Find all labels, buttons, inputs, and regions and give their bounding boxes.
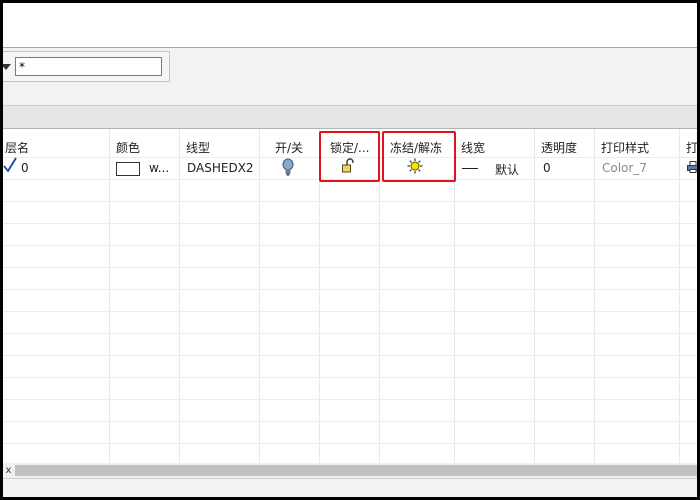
row-divider: [3, 267, 697, 268]
printer-icon[interactable]: [687, 161, 697, 173]
status-band: [3, 479, 697, 497]
color-swatch[interactable]: [116, 162, 140, 176]
column-header-transparency[interactable]: 透明度: [541, 139, 577, 156]
layer-table: 层名 颜色 线型 开/关 锁定/... 冻结/解冻 线宽 透明度 打印样式 打 …: [3, 129, 697, 463]
row-divider: [3, 223, 697, 224]
dropdown-arrow-icon[interactable]: [3, 64, 11, 70]
lightbulb-on-icon[interactable]: [281, 158, 295, 176]
row-divider: [3, 289, 697, 290]
row-divider: [3, 421, 697, 422]
row-divider: [3, 245, 697, 246]
check-icon: [3, 157, 17, 173]
column-header-plot-style[interactable]: 打印样式: [601, 139, 649, 156]
layer-filter-input[interactable]: [15, 57, 162, 76]
scroll-left-icon[interactable]: x: [3, 463, 14, 478]
scrollbar-thumb[interactable]: [15, 465, 697, 476]
layer-manager-window: 层名 颜色 线型 开/关 锁定/... 冻结/解冻 线宽 透明度 打印样式 打 …: [3, 3, 697, 497]
column-header-plot[interactable]: 打: [686, 139, 697, 156]
filter-panel: [3, 48, 697, 105]
row-divider: [3, 201, 697, 202]
highlight-lock-column: [319, 131, 380, 182]
column-header-linetype[interactable]: 线型: [186, 139, 210, 156]
lineweight-sample: [462, 168, 478, 169]
column-header-name[interactable]: 层名: [5, 139, 29, 156]
row-divider: [3, 399, 697, 400]
column-header-color[interactable]: 颜色: [116, 139, 140, 156]
column-header-on-off[interactable]: 开/关: [275, 139, 303, 156]
linetype-cell[interactable]: DASHEDX2: [187, 161, 254, 175]
lineweight-cell[interactable]: 默认: [495, 161, 519, 178]
row-divider: [3, 377, 697, 378]
transparency-cell[interactable]: 0: [543, 161, 551, 175]
row-divider: [3, 355, 697, 356]
row-divider: [3, 443, 697, 444]
horizontal-scrollbar[interactable]: x: [3, 463, 697, 478]
color-name-cell[interactable]: w...: [149, 161, 169, 175]
row-divider: [3, 333, 697, 334]
layer-filter-group: [3, 51, 170, 82]
layer-name-cell[interactable]: 0: [21, 161, 29, 175]
plot-style-cell[interactable]: Color_7: [602, 161, 647, 175]
highlight-freeze-column: [382, 131, 456, 182]
toolbar-band: [3, 106, 697, 128]
top-blank-area: [3, 3, 697, 47]
row-divider: [3, 311, 697, 312]
column-header-lineweight[interactable]: 线宽: [461, 139, 485, 156]
